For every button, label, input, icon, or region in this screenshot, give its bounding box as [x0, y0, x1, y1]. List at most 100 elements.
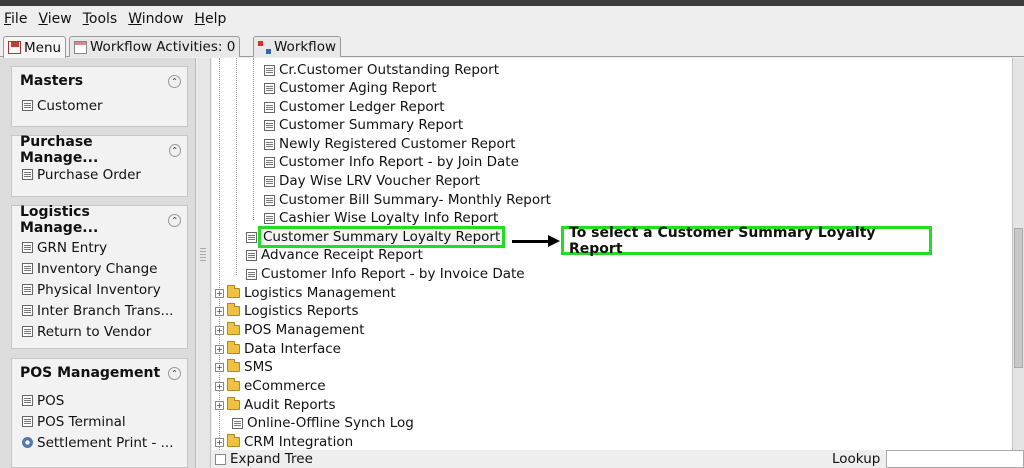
- selected-tree-node-label[interactable]: Customer Summary Loyalty Report: [257, 226, 506, 248]
- menu-view[interactable]: View: [38, 11, 71, 27]
- tree-folder-pos-management[interactable]: + POS Management: [215, 321, 365, 339]
- tree-folder-ecommerce[interactable]: + eCommerce: [215, 377, 326, 395]
- nav-item-inventory-change[interactable]: Inventory Change: [12, 258, 187, 279]
- tab-workflow[interactable]: Workflow: [253, 36, 341, 57]
- nav-item-label: Inventory Change: [37, 260, 158, 277]
- tree-node-report[interactable]: Customer Info Report - by Join Date: [264, 153, 519, 171]
- left-nav-pane: Masters ⌃ Customer Purchase Manage... ⌃ …: [0, 58, 196, 468]
- tree-node-label: CRM Integration: [244, 434, 354, 450]
- document-icon: [22, 326, 33, 337]
- tree-node-report[interactable]: Customer Info Report - by Invoice Date: [246, 265, 525, 283]
- folder-icon: [227, 303, 240, 316]
- annotation-callout: To select a Customer Summary Loyalty Rep…: [561, 225, 932, 257]
- nav-item-inter-branch-transfer[interactable]: Inter Branch Trans...: [12, 300, 187, 321]
- tree-node-label: Cr.Customer Outstanding Report: [279, 62, 500, 78]
- tree-node-report[interactable]: Customer Bill Summary- Monthly Report: [264, 191, 551, 209]
- menu-file[interactable]: File: [4, 11, 27, 27]
- document-icon: [232, 417, 243, 429]
- tree-node-report[interactable]: Cr.Customer Outstanding Report: [264, 61, 499, 79]
- nav-item-physical-inventory[interactable]: Physical Inventory: [12, 279, 187, 300]
- folder-icon: [227, 359, 240, 372]
- tree-node-label: Online-Offline Synch Log: [247, 415, 414, 431]
- tree-node-label: POS Management: [244, 322, 365, 338]
- tree-folder-logistics-reports[interactable]: + Logistics Reports: [215, 302, 358, 320]
- tree-node-report[interactable]: Day Wise LRV Voucher Report: [264, 172, 480, 190]
- menu-tools[interactable]: Tools: [83, 11, 118, 27]
- tree-node-report[interactable]: Customer Aging Report: [264, 79, 437, 97]
- document-icon: [22, 242, 33, 253]
- home-icon: [8, 41, 21, 54]
- group-masters-header[interactable]: Masters ⌃: [12, 67, 187, 95]
- nav-item-label: POS Terminal: [37, 413, 126, 430]
- tree-node-report[interactable]: Customer Summary Report: [264, 116, 463, 134]
- expand-icon[interactable]: +: [215, 325, 224, 335]
- workflow-icon: [258, 40, 271, 54]
- annotation-arrowhead: [548, 235, 560, 247]
- group-logistics-header[interactable]: Logistics Manage... ⌃: [12, 204, 187, 236]
- document-icon: [264, 64, 275, 76]
- tree-node-report[interactable]: Cashier Wise Loyalty Info Report: [264, 209, 498, 227]
- nav-item-grn-entry[interactable]: GRN Entry: [12, 237, 187, 258]
- document-icon: [246, 268, 257, 280]
- document-icon: [264, 119, 275, 131]
- document-icon: [22, 305, 33, 316]
- menu-help[interactable]: Help: [194, 11, 226, 27]
- document-icon: [264, 82, 275, 94]
- tree-folder-audit-reports[interactable]: + Audit Reports: [215, 396, 335, 414]
- splitter-grip[interactable]: [200, 248, 206, 262]
- document-icon: [264, 212, 275, 224]
- tree-node-label: SMS: [244, 359, 273, 375]
- document-icon: [264, 194, 275, 206]
- tree-node-label: Data Interface: [244, 341, 341, 357]
- tab-menu[interactable]: Menu: [3, 36, 67, 58]
- nav-item-customer[interactable]: Customer: [12, 95, 187, 116]
- document-icon: [264, 101, 275, 113]
- group-title: Logistics Manage...: [20, 204, 99, 236]
- nav-item-pos[interactable]: POS: [12, 390, 187, 411]
- tree-folder-logistics-management[interactable]: + Logistics Management: [215, 284, 396, 302]
- nav-item-purchase-order[interactable]: Purchase Order: [12, 164, 187, 185]
- bottom-bar: Expand Tree Lookup: [212, 450, 1024, 468]
- nav-item-label: Return to Vendor: [37, 323, 152, 340]
- tree-node-report[interactable]: Customer Ledger Report: [264, 98, 445, 116]
- collapse-icon[interactable]: ⌃: [168, 366, 181, 380]
- expand-tree-checkbox[interactable]: [215, 453, 226, 465]
- tree-node-online-offline-synch-log[interactable]: Online-Offline Synch Log: [232, 414, 414, 432]
- gear-icon: [22, 437, 33, 448]
- tree-node-customer-summary-loyalty-report[interactable]: Customer Summary Loyalty Report: [246, 226, 506, 248]
- group-title: Masters: [20, 73, 84, 89]
- tree-guide-line: [236, 58, 237, 275]
- expand-icon[interactable]: +: [215, 306, 224, 316]
- tree-node-report[interactable]: Advance Receipt Report: [246, 246, 423, 264]
- expand-icon[interactable]: +: [215, 400, 224, 410]
- tree-folder-crm-integration[interactable]: + CRM Integration: [215, 433, 353, 450]
- collapse-icon[interactable]: ⌃: [168, 74, 181, 88]
- collapse-icon[interactable]: ⌃: [168, 143, 181, 157]
- tree-node-report[interactable]: Newly Registered Customer Report: [264, 135, 516, 153]
- nav-item-return-to-vendor[interactable]: Return to Vendor: [12, 321, 187, 342]
- tree-node-label: Logistics Management: [244, 285, 396, 301]
- tree-vertical-scrollbar[interactable]: [1012, 58, 1024, 450]
- collapse-icon[interactable]: ⌃: [168, 213, 181, 227]
- expand-icon[interactable]: +: [215, 437, 224, 447]
- nav-item-pos-terminal[interactable]: POS Terminal: [12, 411, 187, 432]
- pane-splitter[interactable]: [197, 58, 211, 468]
- expand-icon[interactable]: +: [215, 288, 224, 298]
- expand-icon[interactable]: +: [215, 362, 224, 372]
- tree-folder-data-interface[interactable]: + Data Interface: [215, 340, 341, 358]
- expand-icon[interactable]: +: [215, 381, 224, 391]
- scrollbar-thumb[interactable]: [1014, 228, 1023, 368]
- menu-window[interactable]: Window: [128, 11, 183, 27]
- folder-icon: [227, 378, 240, 391]
- lookup-input[interactable]: [886, 450, 1024, 468]
- tab-workflow-activities[interactable]: Workflow Activities: 0: [69, 36, 241, 57]
- tree-folder-sms[interactable]: + SMS: [215, 358, 273, 376]
- group-purchase-header[interactable]: Purchase Manage... ⌃: [12, 134, 187, 166]
- folder-icon: [227, 341, 240, 354]
- tree-node-label: Customer Aging Report: [279, 80, 437, 96]
- nav-item-settlement-print[interactable]: Settlement Print - ...: [12, 432, 187, 453]
- tree-node-label: Cashier Wise Loyalty Info Report: [279, 210, 499, 226]
- group-pos-header[interactable]: POS Management ⌃: [12, 359, 187, 387]
- expand-icon[interactable]: +: [215, 344, 224, 354]
- document-icon: [22, 416, 33, 427]
